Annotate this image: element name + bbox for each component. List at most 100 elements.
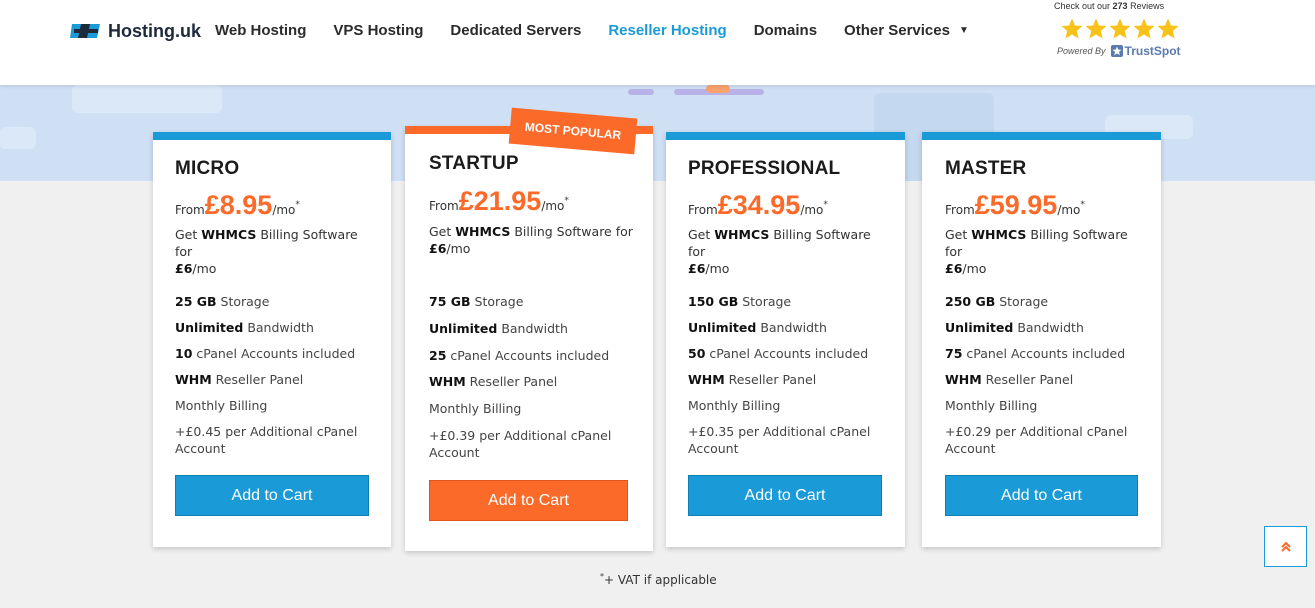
- feature-text: Reseller Panel: [981, 372, 1074, 387]
- reviews-count: 273: [1112, 1, 1128, 11]
- whmcs-pre: Get: [688, 227, 715, 242]
- whmcs-pre: Get: [429, 224, 456, 239]
- feature-extra-cpanel: +£0.45 per Additional cPanel Account: [175, 423, 357, 457]
- rating-stars: [1060, 17, 1189, 41]
- hero-decoration: [72, 85, 222, 113]
- whmcs-bold: WHMCS: [714, 227, 770, 242]
- nav-other-services[interactable]: Other Services ▼: [844, 22, 969, 39]
- whmcs-price: £6: [945, 261, 963, 276]
- plan-name: PROFESSIONAL: [688, 158, 841, 179]
- hero-decoration: [706, 85, 730, 93]
- feature-text: Storage: [470, 294, 524, 309]
- whmcs-bold: WHMCS: [455, 224, 511, 239]
- nav-reseller-hosting[interactable]: Reseller Hosting: [608, 22, 726, 39]
- feature-cpanel-accounts: 50 cPanel Accounts included: [688, 345, 868, 362]
- main-nav: Web Hosting VPS Hosting Dedicated Server…: [215, 22, 996, 39]
- feature-text: Monthly Billing: [175, 398, 268, 413]
- logo[interactable]: Hosting.uk: [70, 20, 201, 42]
- plan-price: From £59.95/mo *: [945, 190, 1085, 221]
- plan-card-startup: STARTUP From £21.95/mo * Get WHMCS Billing…: [405, 126, 653, 551]
- reviews-prefix: Check out our: [1054, 1, 1113, 11]
- feature-text: Bandwidth: [756, 320, 827, 335]
- nav-other-services-label: Other Services: [844, 22, 950, 39]
- feature-text: cPanel Accounts included: [446, 348, 610, 363]
- extra-line-1: +£0.39 per Additional cPanel: [429, 428, 612, 443]
- feature-bold: Unlimited: [688, 320, 757, 335]
- feature-bold: WHM: [429, 374, 466, 389]
- nav-domains[interactable]: Domains: [754, 22, 817, 39]
- price-asterisk: *: [823, 200, 828, 210]
- whmcs-offer: Get WHMCS Billing Software for £6/mo: [945, 226, 1145, 277]
- trustspot-name: TrustSpot: [1124, 44, 1181, 58]
- plan-price: From £21.95/mo *: [429, 186, 569, 217]
- feature-text: Reseller Panel: [211, 372, 304, 387]
- feature-extra-cpanel: +£0.29 per Additional cPanel Account: [945, 423, 1127, 457]
- star-icon: [1085, 18, 1107, 39]
- feature-bold: WHM: [175, 372, 212, 387]
- whmcs-offer: Get WHMCS Billing Software for £6/mo: [175, 226, 375, 277]
- caret-down-icon: ▼: [958, 25, 969, 36]
- nav-vps-hosting[interactable]: VPS Hosting: [333, 22, 423, 39]
- scroll-to-top-button[interactable]: [1264, 526, 1307, 567]
- price-period: /mo: [541, 199, 565, 213]
- plan-name: MICRO: [175, 158, 240, 179]
- plan-price: From £34.95/mo *: [688, 190, 828, 221]
- feature-text: Storage: [995, 294, 1049, 309]
- feature-storage: 25 GB Storage: [175, 293, 269, 310]
- price-period: /mo: [800, 203, 824, 217]
- feature-whm: WHM Reseller Panel: [688, 371, 816, 388]
- card-top-bar: [153, 132, 391, 140]
- feature-cpanel-accounts: 25 cPanel Accounts included: [429, 347, 609, 364]
- price-from-label: From: [945, 203, 975, 217]
- feature-storage: 75 GB Storage: [429, 293, 523, 310]
- feature-whm: WHM Reseller Panel: [945, 371, 1073, 388]
- feature-bold: Unlimited: [945, 320, 1014, 335]
- whmcs-per: /mo: [446, 241, 471, 256]
- feature-cpanel-accounts: 75 cPanel Accounts included: [945, 345, 1125, 362]
- price-from-label: From: [429, 199, 459, 213]
- price-asterisk: *: [564, 196, 569, 206]
- price-amount: £21.95: [458, 186, 542, 216]
- feature-bandwidth: Unlimited Bandwidth: [688, 319, 827, 336]
- star-icon: [1157, 18, 1179, 39]
- feature-bold: 50: [688, 346, 706, 361]
- feature-storage: 250 GB Storage: [945, 293, 1048, 310]
- whmcs-per: /mo: [962, 261, 987, 276]
- feature-text: Monthly Billing: [429, 401, 522, 416]
- whmcs-price: £6: [688, 261, 706, 276]
- whmcs-offer: Get WHMCS Billing Software for £6/mo: [429, 223, 634, 257]
- whmcs-bold: WHMCS: [971, 227, 1027, 242]
- price-asterisk: *: [295, 200, 300, 210]
- add-to-cart-button[interactable]: Add to Cart: [688, 475, 882, 516]
- feature-bold: 25 GB: [175, 294, 217, 309]
- reviews-suffix: Reviews: [1127, 1, 1165, 11]
- nav-web-hosting[interactable]: Web Hosting: [215, 22, 306, 39]
- feature-bold: 150 GB: [688, 294, 739, 309]
- plan-price: From £8.95/mo *: [175, 190, 300, 221]
- feature-bold: 75: [945, 346, 963, 361]
- feature-text: Reseller Panel: [724, 372, 817, 387]
- feature-bold: 75 GB: [429, 294, 471, 309]
- hero-decoration: [0, 127, 36, 149]
- price-amount: £8.95: [204, 190, 273, 220]
- star-icon: [1133, 18, 1155, 39]
- feature-text: Monthly Billing: [945, 398, 1038, 413]
- feature-extra-cpanel: +£0.35 per Additional cPanel Account: [688, 423, 870, 457]
- nav-dedicated-servers[interactable]: Dedicated Servers: [450, 22, 581, 39]
- add-to-cart-button[interactable]: Add to Cart: [175, 475, 369, 516]
- vat-footnote: *+ VAT if applicable: [600, 572, 717, 587]
- feature-extra-cpanel: +£0.39 per Additional cPanel Account: [429, 427, 611, 461]
- plan-card-master: MASTER From £59.95/mo * Get WHMCS Billing …: [922, 132, 1161, 547]
- whmcs-offer: Get WHMCS Billing Software for £6/mo: [688, 226, 888, 277]
- feature-bold: 250 GB: [945, 294, 996, 309]
- trustspot-widget[interactable]: Check out our 273 Reviews Powered By Tru…: [1054, 1, 1189, 58]
- price-asterisk: *: [1080, 200, 1085, 210]
- extra-line-2: Account: [688, 441, 739, 456]
- feature-bold: Unlimited: [429, 321, 498, 336]
- add-to-cart-button[interactable]: Add to Cart: [945, 475, 1138, 516]
- extra-line-1: +£0.35 per Additional cPanel: [688, 424, 871, 439]
- add-to-cart-button[interactable]: Add to Cart: [429, 480, 628, 521]
- feature-bold: 25: [429, 348, 447, 363]
- feature-billing: Monthly Billing: [688, 397, 780, 414]
- feature-text: Monthly Billing: [688, 398, 781, 413]
